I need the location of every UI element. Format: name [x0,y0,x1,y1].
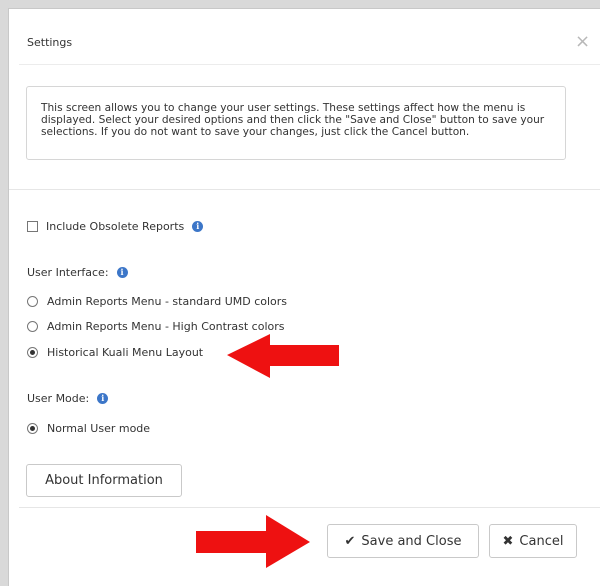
info-icon[interactable]: i [97,393,109,404]
checkmark-icon: ✔ [344,533,356,549]
mode-option-normal[interactable]: Normal User mode [27,422,150,435]
description-box: This screen allows you to change your us… [26,86,566,160]
about-information-button[interactable]: About Information [26,464,182,497]
about-button-label: About Information [45,473,163,488]
ui-option-label: Admin Reports Menu - standard UMD colors [47,295,288,308]
user-interface-label: User Interface: [27,266,109,279]
dialog-title: Settings [27,36,73,49]
save-button-label: Save and Close [361,533,462,549]
include-obsolete-row[interactable]: Include Obsolete Reports i [27,220,204,233]
header-divider [19,64,600,65]
user-interface-heading-row: User Interface: i [27,266,128,279]
radio-button[interactable] [27,321,38,332]
info-icon[interactable]: i [192,221,204,232]
radio-button-selected[interactable] [27,423,38,434]
red-arrow-left-icon [227,334,339,378]
ui-option-high-contrast[interactable]: Admin Reports Menu - High Contrast color… [27,320,285,333]
settings-dialog: Settings × This screen allows you to cha… [8,8,600,586]
close-icon[interactable]: × [575,33,590,51]
info-icon[interactable]: i [116,267,128,278]
red-arrow-right-icon [196,515,310,568]
ui-option-label: Historical Kuali Menu Layout [47,346,204,359]
footer-divider [19,507,600,508]
include-obsolete-label: Include Obsolete Reports [46,220,185,233]
save-and-close-button[interactable]: ✔ Save and Close [327,524,479,558]
ui-option-standard[interactable]: Admin Reports Menu - standard UMD colors [27,295,287,308]
mode-option-label: Normal User mode [47,422,151,435]
radio-button-selected[interactable] [27,347,38,358]
x-icon: ✖ [502,533,514,549]
radio-button[interactable] [27,296,38,307]
user-mode-heading-row: User Mode: i [27,392,109,405]
include-obsolete-checkbox[interactable] [27,221,38,232]
body-divider [9,189,600,190]
user-mode-label: User Mode: [27,392,90,405]
cancel-button[interactable]: ✖ Cancel [489,524,577,558]
cancel-button-label: Cancel [519,533,564,549]
ui-option-label: Admin Reports Menu - High Contrast color… [47,320,285,333]
ui-option-kuali[interactable]: Historical Kuali Menu Layout [27,346,203,359]
